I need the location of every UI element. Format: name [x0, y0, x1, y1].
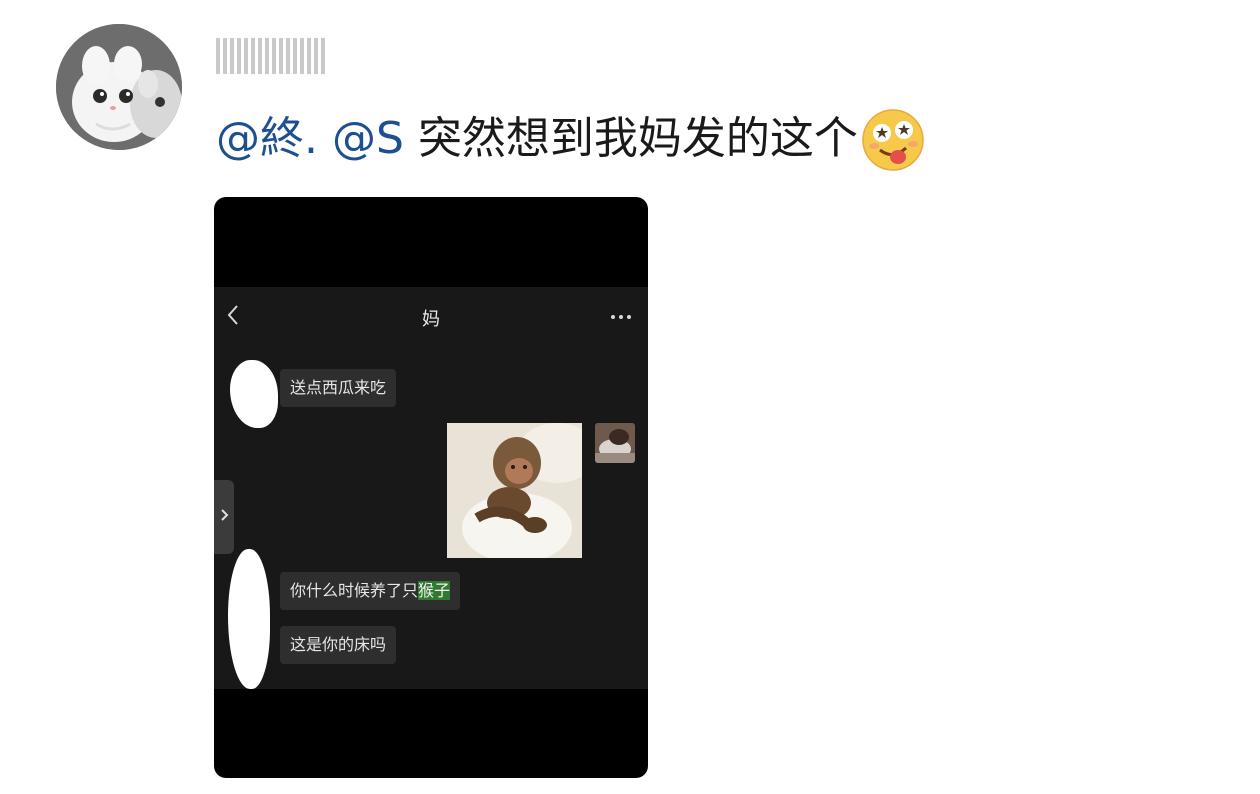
redaction-scribble	[228, 549, 270, 689]
drooling-face-emoji-icon	[862, 109, 924, 171]
more-button[interactable]	[610, 301, 632, 325]
redaction-scribble	[230, 360, 278, 428]
monkey-photo[interactable]	[447, 423, 582, 558]
post-body: 突然想到我妈发的这个	[417, 113, 858, 164]
message-text: 送点西瓜来吃	[290, 378, 387, 397]
chat-header: 妈	[214, 287, 648, 347]
message-bubble[interactable]: 这是你的床吗	[280, 626, 397, 664]
chat-screen: 妈 送点西瓜来吃 你什么时候养了只猴子 这是你的床吗	[214, 287, 648, 689]
social-post: @終. @S 突然想到我妈发的这个 妈 送点西瓜来吃 你什么时候养了只猴子 这是…	[0, 0, 1260, 794]
self-avatar-image	[595, 423, 635, 463]
message-bubble[interactable]: 你什么时候养了只猴子	[280, 572, 461, 610]
message-text: 你什么时候养了只	[290, 581, 419, 600]
chevron-right-icon	[221, 509, 229, 521]
highlighted-text: 猴子	[418, 581, 451, 600]
message-bubble[interactable]: 送点西瓜来吃	[280, 369, 397, 407]
cat-photo	[56, 24, 182, 150]
post-text: @終. @S 突然想到我妈发的这个	[216, 106, 926, 172]
user-avatar[interactable]	[56, 24, 182, 150]
self-avatar[interactable]	[595, 423, 635, 463]
monkey-image	[447, 423, 582, 558]
mention-link[interactable]: @終.	[216, 108, 318, 170]
message-text: 这是你的床吗	[290, 635, 387, 654]
attached-screenshot[interactable]: 妈 送点西瓜来吃 你什么时候养了只猴子 这是你的床吗	[214, 197, 648, 778]
more-dots-icon	[611, 315, 631, 319]
username-redacted[interactable]	[216, 38, 325, 74]
mention-link[interactable]: @S	[332, 108, 404, 170]
expand-tab[interactable]	[214, 480, 234, 554]
chat-title: 妈	[422, 309, 440, 330]
